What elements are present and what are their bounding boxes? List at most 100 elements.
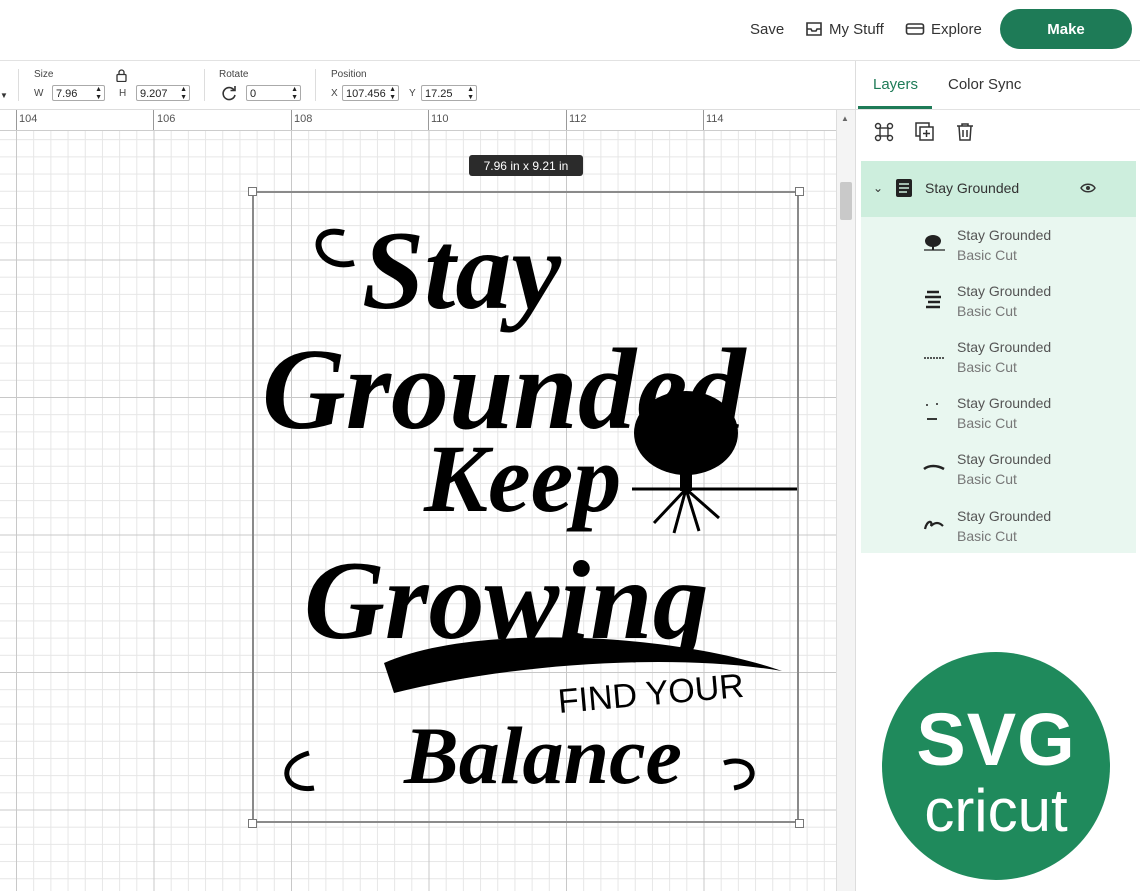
x-position-value: 107.456 [346, 88, 386, 100]
ruler-tick [16, 110, 17, 130]
size-tooltip: 7.96 in x 9.21 in [469, 155, 583, 176]
width-input[interactable]: 7.96 ▲ ▼ [52, 85, 105, 101]
explore-button[interactable]: Explore [905, 18, 982, 40]
selection-bounding-box[interactable] [252, 191, 799, 823]
height-input[interactable]: 9.207 ▲ ▼ [136, 85, 190, 101]
find-your-icon [924, 357, 944, 359]
height-label: H [119, 88, 127, 99]
design-icon [925, 290, 941, 309]
layer-operation: Basic Cut [957, 471, 1017, 487]
badge-line-svg: SVG [916, 698, 1076, 781]
active-tab-indicator [858, 106, 932, 109]
tab-color-sync[interactable]: Color Sync [948, 76, 1021, 93]
group-thumbnail-icon [896, 179, 912, 197]
card-icon [905, 23, 925, 35]
inbox-icon [806, 22, 822, 36]
layer-item[interactable]: Stay Grounded Basic Cut [861, 385, 1136, 441]
layer-item[interactable]: Stay Grounded Basic Cut [861, 441, 1136, 497]
dots-icon [926, 403, 938, 420]
vertical-scrollbar[interactable]: ▲ [836, 110, 855, 891]
layer-operation: Basic Cut [957, 415, 1017, 431]
layer-name: Stay Grounded [957, 339, 1052, 355]
layer-group: ⌄ Stay Grounded Stay Grounded Basic Cut [861, 161, 1136, 553]
svg-cricut-badge: SVG cricut [882, 652, 1110, 880]
ruler-tick [153, 110, 154, 130]
lock-icon[interactable] [116, 69, 127, 82]
ruler-label: 106 [157, 113, 176, 125]
y-position-input[interactable]: 17.25 ▲ ▼ [421, 85, 477, 101]
width-label: W [34, 88, 44, 99]
resize-handle-bottom-left[interactable] [248, 819, 257, 828]
my-stuff-button[interactable]: My Stuff [805, 18, 884, 40]
ruler-tick [291, 110, 292, 130]
explore-label: Explore [931, 20, 982, 38]
scrollbar-thumb[interactable] [840, 182, 852, 220]
edit-toolbar: ▼ Size W 7.96 ▲ ▼ H 9.207 ▲ ▼ Rotate 0 ▲ ▼ … [0, 61, 855, 110]
ruler-label: 104 [19, 113, 38, 125]
stepper-arrows-icon[interactable]: ▲ ▼ [95, 86, 102, 100]
rotate-input[interactable]: 0 ▲ ▼ [246, 85, 301, 101]
make-label: Make [1047, 20, 1085, 38]
save-label: Save [750, 20, 785, 38]
divider [18, 69, 19, 101]
balance-icon [923, 464, 945, 471]
save-button[interactable]: Save [750, 18, 784, 40]
ruler-label: 114 [706, 113, 724, 125]
ruler-label: 112 [569, 113, 587, 125]
stepper-arrows-icon[interactable]: ▲ ▼ [467, 86, 474, 100]
width-value: 7.96 [56, 88, 78, 100]
x-position-input[interactable]: 107.456 ▲ ▼ [342, 85, 399, 101]
tab-layers[interactable]: Layers [873, 76, 918, 93]
layer-group-name: Stay Grounded [925, 180, 1020, 196]
size-tooltip-text: 7.96 in x 9.21 in [483, 158, 569, 173]
layer-name: Stay Grounded [957, 451, 1052, 467]
y-position-value: 17.25 [425, 88, 453, 100]
stepper-arrows-icon[interactable]: ▲ ▼ [291, 86, 298, 100]
ruler-label: 110 [431, 113, 449, 125]
panel-tabs: Layers Color Sync [856, 61, 1140, 110]
size-label: Size [34, 69, 54, 80]
layer-name: Stay Grounded [957, 227, 1052, 243]
layer-operation: Basic Cut [957, 247, 1017, 263]
dropdown-caret-icon[interactable]: ▼ [0, 91, 8, 100]
layer-item[interactable]: Stay Grounded Basic Cut [861, 273, 1136, 329]
ruler-tick [428, 110, 429, 130]
layer-item[interactable]: Stay Grounded Basic Cut [861, 217, 1136, 273]
height-value: 9.207 [140, 88, 168, 100]
layer-operation: Basic Cut [957, 303, 1017, 319]
layer-name: Stay Grounded [957, 508, 1052, 524]
layer-operation: Basic Cut [957, 359, 1017, 375]
make-button[interactable]: Make [1000, 9, 1132, 49]
duplicate-icon[interactable] [914, 121, 936, 143]
layer-item[interactable]: Stay Grounded Basic Cut [861, 498, 1136, 554]
layer-group-header[interactable]: ⌄ Stay Grounded [861, 161, 1136, 217]
position-label: Position [331, 69, 367, 80]
scroll-up-icon[interactable]: ▲ [841, 114, 849, 123]
ruler-tick [703, 110, 704, 130]
layer-name: Stay Grounded [957, 283, 1052, 299]
resize-handle-bottom-right[interactable] [795, 819, 804, 828]
group-icon[interactable] [873, 121, 895, 143]
stepper-arrows-icon[interactable]: ▲ ▼ [180, 86, 187, 100]
ruler-tick [566, 110, 567, 130]
stepper-arrows-icon[interactable]: ▲ ▼ [389, 86, 396, 100]
my-stuff-label: My Stuff [829, 20, 884, 38]
tree-icon [924, 235, 945, 251]
badge-line-cricut: cricut [924, 777, 1068, 844]
resize-handle-top-left[interactable] [248, 187, 257, 196]
eye-icon[interactable] [1080, 182, 1096, 194]
chevron-down-icon[interactable]: ⌄ [873, 181, 883, 195]
resize-handle-top-right[interactable] [795, 187, 804, 196]
layer-name: Stay Grounded [957, 395, 1052, 411]
stay-icon [923, 520, 944, 530]
layer-operation: Basic Cut [957, 528, 1017, 544]
layer-item[interactable]: Stay Grounded Basic Cut [861, 329, 1136, 385]
divider [315, 69, 316, 101]
trash-icon[interactable] [954, 121, 976, 143]
horizontal-ruler: 104 106 108 110 112 114 [0, 110, 836, 131]
x-label: X [331, 88, 338, 99]
rotate-icon[interactable] [220, 84, 238, 102]
rotate-label: Rotate [219, 69, 249, 80]
y-label: Y [409, 88, 416, 99]
ruler-label: 108 [294, 113, 313, 125]
